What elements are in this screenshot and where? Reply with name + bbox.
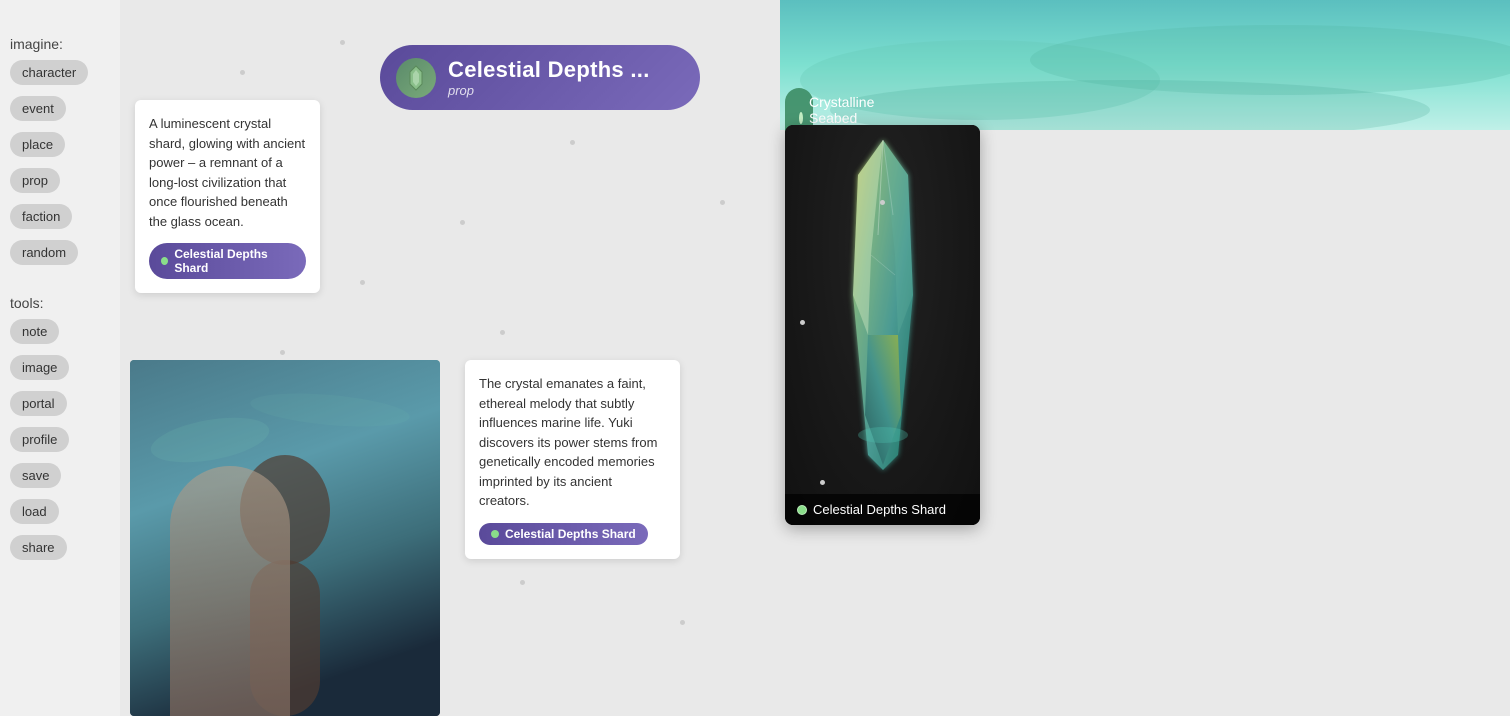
dot [800, 320, 805, 325]
note-card-2[interactable]: The crystal emanates a faint, ethereal m… [465, 360, 680, 559]
ocean-background [780, 0, 1510, 130]
dot [720, 200, 725, 205]
underwater-background [130, 360, 440, 716]
dot [460, 220, 465, 225]
dot [500, 330, 505, 335]
badge-dot-2 [491, 530, 499, 538]
crystal-image [785, 125, 980, 525]
sidebar: imagine: character event place prop fact… [0, 0, 120, 716]
note-card-2-badge-label: Celestial Depths Shard [505, 527, 636, 541]
dot [680, 620, 685, 625]
header-card-text: Celestial Depths ... prop [448, 57, 650, 98]
crystal-badge: Celestial Depths Shard [785, 494, 980, 525]
note-card-1-badge-label: Celestial Depths Shard [174, 247, 294, 275]
header-icon [396, 58, 436, 98]
tools-buttons: note image portal profile save load shar… [10, 319, 110, 566]
note-card-1-text: A luminescent crystal shard, glowing wit… [149, 114, 306, 231]
crystal-badge-dot [797, 505, 807, 515]
dot [520, 580, 525, 585]
header-card-title: Celestial Depths ... [448, 57, 650, 83]
tools-label: tools: [10, 295, 110, 311]
imagine-label: imagine: [10, 36, 110, 52]
sidebar-btn-image[interactable]: image [10, 355, 69, 380]
dot [340, 40, 345, 45]
dot [240, 70, 245, 75]
sidebar-btn-share[interactable]: share [10, 535, 67, 560]
dot [820, 480, 825, 485]
note-card-1[interactable]: A luminescent crystal shard, glowing wit… [135, 100, 320, 293]
sidebar-btn-note[interactable]: note [10, 319, 59, 344]
crystal-badge-text: Celestial Depths Shard [813, 502, 946, 517]
sidebar-btn-profile[interactable]: profile [10, 427, 69, 452]
dot [280, 350, 285, 355]
sidebar-btn-save[interactable]: save [10, 463, 61, 488]
imagine-buttons: character event place prop faction rando… [10, 60, 110, 271]
sidebar-btn-place[interactable]: place [10, 132, 65, 157]
header-card-subtitle: prop [448, 83, 650, 98]
sidebar-btn-character[interactable]: character [10, 60, 88, 85]
sidebar-btn-portal[interactable]: portal [10, 391, 67, 416]
dot [360, 280, 365, 285]
note-card-2-text: The crystal emanates a faint, ethereal m… [479, 374, 666, 511]
crystal-svg [823, 135, 943, 475]
location-dot [799, 112, 803, 124]
canvas: Celestial Depths ... prop Crystalline Se… [120, 0, 1510, 716]
sidebar-btn-faction[interactable]: faction [10, 204, 72, 229]
header-card[interactable]: Celestial Depths ... prop [380, 45, 700, 110]
note-card-2-badge: Celestial Depths Shard [479, 523, 648, 545]
dot [880, 200, 885, 205]
note-card-1-badge: Celestial Depths Shard [149, 243, 306, 279]
crystal-card[interactable]: Celestial Depths Shard [785, 125, 980, 525]
sidebar-btn-load[interactable]: load [10, 499, 59, 524]
sidebar-btn-prop[interactable]: prop [10, 168, 60, 193]
badge-dot-1 [161, 257, 168, 265]
dot [570, 140, 575, 145]
sidebar-btn-random[interactable]: random [10, 240, 78, 265]
sidebar-btn-event[interactable]: event [10, 96, 66, 121]
